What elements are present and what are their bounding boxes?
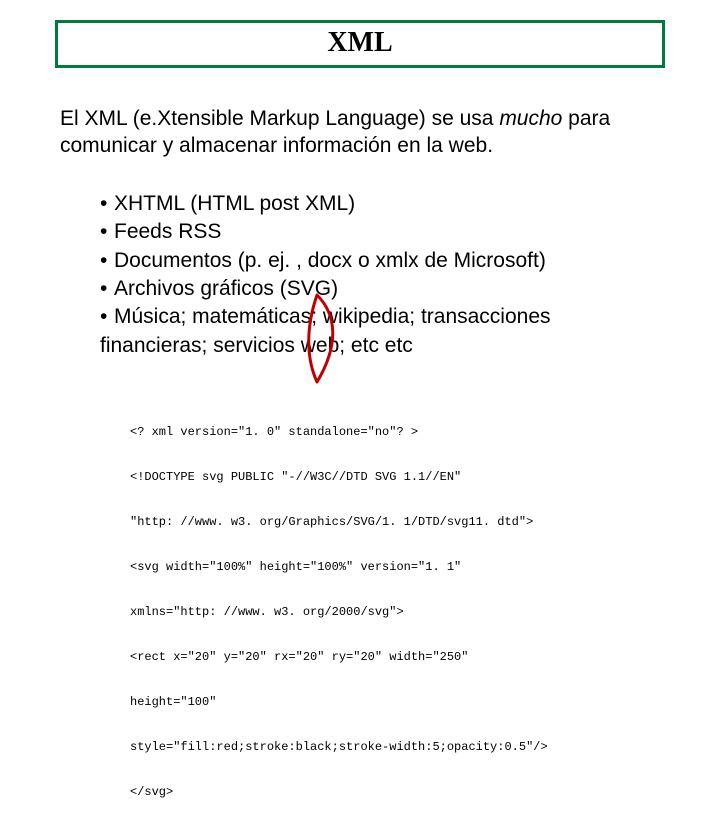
code-line: style="fill:red;stroke:black;stroke-widt…: [130, 740, 690, 755]
list-item-label: XHTML (HTML post XML): [114, 192, 355, 215]
code-line: xmlns="http: //www. w3. org/2000/svg">: [130, 605, 690, 620]
bullet-list: •XHTML (HTML post XML) •Feeds RSS •Docum…: [100, 190, 660, 360]
list-item-label: Música; matemáticas; wikipedia; transacc…: [100, 305, 551, 356]
intro-before: El XML (e.Xtensible Markup Language) se …: [60, 107, 499, 130]
bullet-icon: •: [100, 303, 114, 331]
list-item-label: Feeds RSS: [114, 220, 221, 243]
code-line: "http: //www. w3. org/Graphics/SVG/1. 1/…: [130, 515, 690, 530]
list-item: •Feeds RSS: [100, 218, 660, 246]
bullet-icon: •: [100, 190, 114, 218]
intro-emph: mucho: [499, 107, 562, 130]
code-line: <? xml version="1. 0" standalone="no"? >: [130, 425, 690, 440]
list-item: •XHTML (HTML post XML): [100, 190, 660, 218]
code-line: <rect x="20" y="20" rx="20" ry="20" widt…: [130, 650, 690, 665]
code-line: <!DOCTYPE svg PUBLIC "-//W3C//DTD SVG 1.…: [130, 470, 690, 485]
code-line: </svg>: [130, 785, 690, 800]
bullet-icon: •: [100, 275, 114, 303]
slide-title: XML: [58, 27, 662, 59]
intro-paragraph: El XML (e.Xtensible Markup Language) se …: [60, 105, 660, 160]
bullet-icon: •: [100, 218, 114, 246]
slide: XML El XML (e.Xtensible Markup Language)…: [0, 0, 720, 540]
code-block: <? xml version="1. 0" standalone="no"? >…: [130, 395, 690, 830]
bullet-icon: •: [100, 247, 114, 275]
code-line: height="100": [130, 695, 690, 710]
list-item-label: Documentos (p. ej. , docx o xmlx de Micr…: [114, 249, 546, 272]
title-box: XML: [55, 20, 665, 68]
list-item: •Música; matemáticas; wikipedia; transac…: [100, 303, 660, 360]
list-item: •Documentos (p. ej. , docx o xmlx de Mic…: [100, 247, 660, 275]
list-item: •Archivos gráficos (SVG): [100, 275, 660, 303]
code-line: <svg width="100%" height="100%" version=…: [130, 560, 690, 575]
list-item-label: Archivos gráficos (SVG): [114, 277, 338, 300]
